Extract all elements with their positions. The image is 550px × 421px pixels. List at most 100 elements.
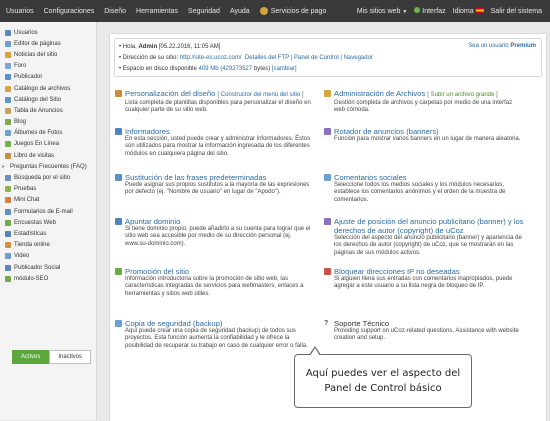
language-label: Idioma [452, 7, 474, 15]
sidebar-item[interactable]: Tienda online [0, 240, 96, 251]
change-plan-link[interactable]: [cambiar] [272, 66, 297, 72]
sidebar-item[interactable]: Usuarios [0, 27, 96, 38]
tool-title-wrap: Personalización del diseño [ Constructor… [125, 89, 304, 100]
tool-title-link[interactable]: Rotador de anuncios (banners) [324, 127, 524, 136]
my-sites-link[interactable]: Mis sitios web ▼ [357, 8, 407, 15]
tool-title: Apuntar dominio [125, 217, 181, 226]
premium-label: Premium [510, 43, 536, 49]
tool-title: Bloquear direcciones IP no deseadas [334, 267, 460, 276]
tool-description: En esta sección, usted puede crear y adm… [125, 136, 311, 157]
sidebar-item[interactable]: Libro de visitas [0, 150, 96, 161]
tab-inactive[interactable]: Inactivos [49, 350, 92, 364]
tab-active[interactable]: Activos [12, 350, 50, 364]
video-icon [5, 253, 11, 260]
top-navigation-bar: Usuarios Configuraciones Diseño Herramie… [0, 0, 550, 22]
sidebar-item[interactable]: Blog [0, 117, 96, 128]
menu-design[interactable]: Diseño [104, 8, 126, 15]
menu-users[interactable]: Usuarios [6, 8, 34, 15]
tool-description: Selección del aspecto del anuncio public… [334, 235, 522, 256]
ads-board-icon [5, 107, 11, 114]
tool-title-wrap: Comentarios sociales [334, 173, 407, 182]
sidebar-item[interactable]: Catálogo de archivos [0, 83, 96, 94]
paid-services-menu[interactable]: Servicios de pago [259, 7, 327, 15]
sidebar-item[interactable]: Estadísticas [0, 228, 96, 239]
interface-link[interactable]: Interfaz [414, 7, 446, 15]
sidebar-item[interactable]: Pruebas [0, 184, 96, 195]
sidebar-item[interactable]: Editor de páginas [0, 38, 96, 49]
tool-description: Puede asignar sus propios sustitutos a l… [125, 182, 310, 196]
logout-link[interactable]: Salir del sistema [491, 8, 542, 15]
paid-services-label: Servicios de pago [270, 7, 327, 15]
tool-title: Informadores [125, 127, 170, 136]
sidebar-item-label: Tabla de Anuncios [14, 107, 63, 114]
social-publisher-icon [5, 264, 11, 271]
sidebar-item[interactable]: módulo-SEO [0, 273, 96, 284]
tool-description: Lista completa de plantillas disponibles… [125, 100, 311, 114]
tool-title-link[interactable]: Personalización del diseño [ Constructor… [115, 89, 315, 100]
tool-title-link[interactable]: ? Soporte Técnico [324, 319, 524, 328]
sidebar-item[interactable]: Video [0, 251, 96, 262]
tool-title-link[interactable]: Apuntar dominio [115, 217, 315, 226]
tool-card: Administración de Archivos [ Subir un ar… [324, 89, 524, 115]
sidebar-item[interactable]: Publicador Social [0, 262, 96, 273]
menu-tools[interactable]: Herramientas [136, 8, 178, 15]
sidebar-item[interactable]: Juegos En Línea [0, 139, 96, 150]
menu-help[interactable]: Ayuda [230, 8, 250, 15]
tool-title-link[interactable]: Administración de Archivos [ Subir un ar… [324, 89, 524, 100]
sidebar-item[interactable]: Publicador [0, 72, 96, 83]
seo-icon [5, 275, 11, 282]
tool-description: Información introductoria sobre la promo… [125, 276, 304, 297]
sidebar-item-label: Preguntas Frecuentes (FAQ) [10, 163, 87, 170]
sidebar-item[interactable]: Formularios de E-mail [0, 206, 96, 217]
email-forms-icon [5, 208, 11, 215]
coins-icon [259, 7, 268, 15]
tool-title-link[interactable]: Ajuste de posición del anuncio publicita… [324, 217, 524, 235]
sidebar-item[interactable]: Foro [0, 61, 96, 72]
sidebar-item[interactable]: ▸ Preguntas Frecuentes (FAQ) [0, 161, 96, 172]
site-address-line: • Dirección de su sitio: http://site-es.… [119, 55, 373, 61]
replace-phrases-icon [115, 174, 122, 181]
tool-title-wrap: Bloquear direcciones IP no deseadas [334, 267, 460, 276]
tool-title: Comentarios sociales [334, 173, 407, 182]
tool-title: Sustitución de las frases predeterminada… [125, 173, 267, 182]
tool-title: Personalización del diseño [125, 89, 216, 98]
menu-security[interactable]: Seguridad [188, 8, 220, 15]
tool-sub-link[interactable]: [ Constructor del menú del sitio ] [217, 92, 303, 98]
sidebar-item-label: Video [14, 253, 30, 260]
tool-card: Personalización del diseño [ Constructor… [115, 89, 315, 115]
sidebar-item-label: Juegos En Línea [14, 141, 60, 148]
tool-title: Promoción del sitio [125, 267, 190, 276]
games-icon [5, 141, 11, 148]
become-premium-link[interactable]: Sea un usuario Premium [468, 43, 536, 49]
sidebar-item-label: Noticias del sitio [14, 51, 58, 58]
publisher-icon [5, 74, 11, 81]
tool-title-link[interactable]: Promoción del sitio [115, 267, 315, 276]
tool-sub-link[interactable]: [ Subir un archivo grande ] [427, 92, 497, 98]
sidebar-item[interactable]: Álbumes de Fotos [0, 128, 96, 139]
tool-title-link[interactable]: Informadores [115, 127, 315, 136]
tool-title-link[interactable]: Comentarios sociales [324, 173, 524, 182]
tool-title-link[interactable]: Bloquear direcciones IP no deseadas [324, 267, 524, 276]
bullet-icon: • [119, 44, 122, 50]
sidebar-item[interactable]: Catálogo del Sitio [0, 94, 96, 105]
disk-space-mb: 409 Mb [198, 66, 219, 72]
site-quick-links[interactable]: Detalles del FTP | Panel de Control | Na… [245, 55, 373, 61]
sidebar-item[interactable]: Noticias del sitio [0, 49, 96, 60]
sidebar-item[interactable]: Mini Chat [0, 195, 96, 206]
sidebar-item-label: Formularios de E-mail [14, 208, 73, 215]
disk-space-line: • Espacio en disco disponible 409 Mb (42… [119, 66, 297, 72]
site-url-link[interactable]: http://site-es.ucoz.com/ [180, 55, 242, 61]
menu-settings[interactable]: Configuraciones [44, 8, 95, 15]
sidebar-item[interactable]: Búsqueda por el sitio [0, 172, 96, 183]
language-link[interactable]: Idioma [453, 8, 484, 15]
search-icon [5, 175, 11, 182]
chat-icon [5, 197, 11, 204]
banner-position-icon [324, 218, 331, 225]
sidebar-item[interactable]: Tabla de Anuncios [0, 105, 96, 116]
sidebar-item-label: Usuarios [14, 29, 38, 36]
polls-icon [5, 219, 11, 226]
users-icon [5, 29, 11, 36]
sidebar-item[interactable]: Encuestas Web [0, 217, 96, 228]
tool-title-link[interactable]: Sustitución de las frases predeterminada… [115, 173, 315, 182]
tool-title-link[interactable]: Copia de seguridad (backup) [115, 319, 315, 328]
